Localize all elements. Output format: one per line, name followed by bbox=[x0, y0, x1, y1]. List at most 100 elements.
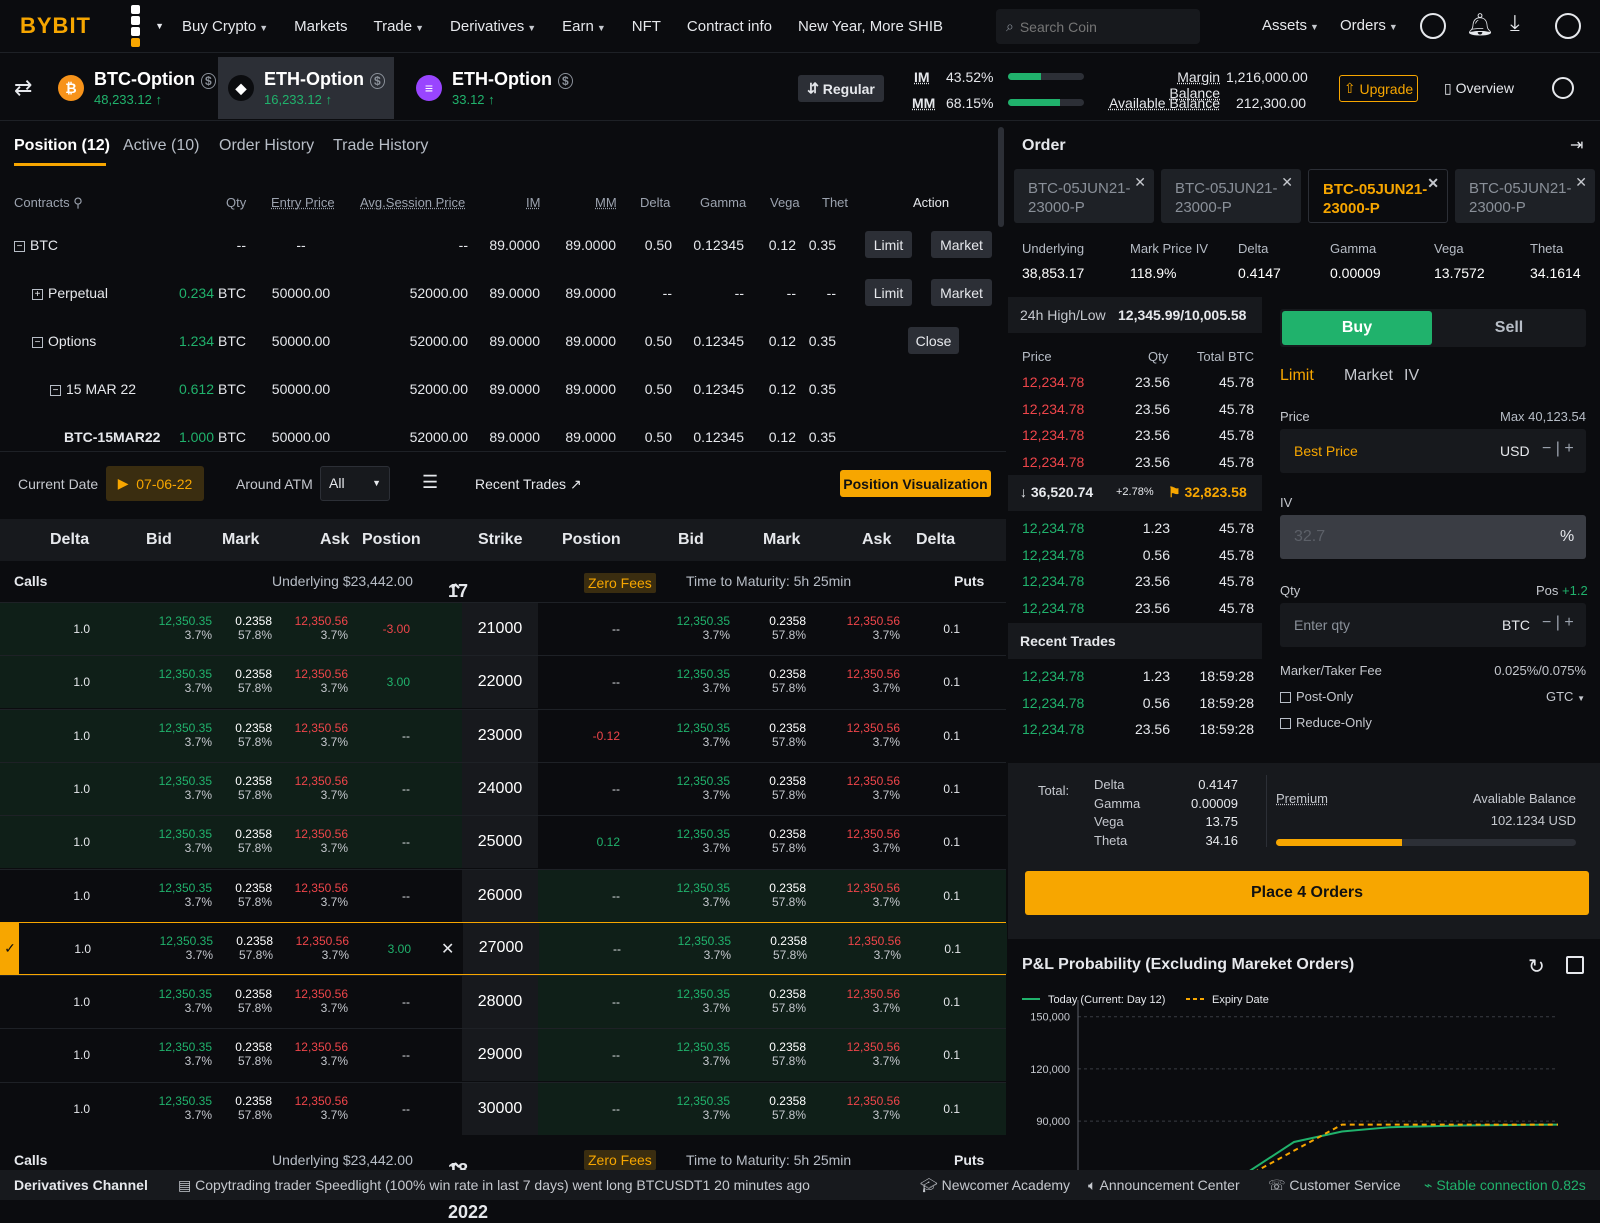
bid-cell[interactable]: 12,350.35 3.7% bbox=[659, 934, 731, 962]
swap-icon[interactable]: ⇄ bbox=[14, 75, 32, 101]
delta-cell[interactable]: 1.0 bbox=[60, 835, 90, 849]
book-row[interactable]: 12,234.78 1.23 18:59:28 bbox=[1008, 663, 1262, 689]
chain-row[interactable]: 1.0 12,350.35 3.7% 0.2358 57.8% 12,350.56 3.7%… bbox=[0, 761, 1006, 815]
chain-row[interactable]: ✓ ✕ 1.0 12,350.35 3.7% 0.2358 57.8% 12,350.56 3.… bbox=[0, 921, 1007, 975]
ask-cell[interactable]: 12,350.56 3.7% bbox=[842, 667, 900, 695]
ask-cell[interactable]: 12,350.56 3.7% bbox=[842, 774, 900, 802]
nav-item-4[interactable]: Earn ▼ bbox=[562, 18, 606, 35]
type-limit[interactable]: Limit bbox=[1280, 367, 1314, 385]
bid-cell[interactable]: 12,350.35 3.7% bbox=[141, 934, 213, 962]
ask-cell[interactable]: 12,350.56 3.7% bbox=[842, 614, 900, 642]
bybit-logo[interactable]: BYBIT bbox=[20, 13, 90, 39]
pdelta-cell[interactable]: 0.1 bbox=[940, 995, 960, 1009]
positions-scrollbar[interactable] bbox=[998, 127, 1004, 227]
book-row[interactable]: 12,234.78 23.56 45.78 bbox=[1008, 568, 1262, 594]
stepper-icon[interactable]: − | + bbox=[1542, 614, 1574, 632]
nav-item-7[interactable]: New Year, More SHIB bbox=[798, 18, 943, 35]
bid-cell[interactable]: 12,350.35 3.7% bbox=[140, 881, 212, 909]
position-row[interactable]: + Perpetual 0.234 BTC 50000.00 52000.00 89.000… bbox=[0, 269, 1006, 317]
delta-cell[interactable]: 1.0 bbox=[61, 942, 91, 956]
ask-cell[interactable]: 12,350.56 3.7% bbox=[290, 1040, 348, 1068]
place-orders-button[interactable]: Place 4 Orders bbox=[1025, 871, 1589, 915]
chain-row[interactable]: 1.0 12,350.35 3.7% 0.2358 57.8% 12,350.56 3.7%… bbox=[0, 602, 1006, 655]
remove-icon[interactable]: ✕ bbox=[441, 939, 454, 959]
chain-row[interactable]: 1.0 12,350.35 3.7% 0.2358 57.8% 12,350.56 3.7%… bbox=[0, 975, 1006, 1029]
user-icon[interactable] bbox=[1420, 13, 1446, 39]
mark-cell[interactable]: 0.2358 57.8% bbox=[750, 1040, 806, 1068]
mark-cell[interactable]: 0.2358 57.8% bbox=[750, 667, 806, 695]
mark-cell[interactable]: 0.2358 57.8% bbox=[750, 987, 806, 1015]
post-only-checkbox[interactable]: Post-Only bbox=[1280, 689, 1353, 704]
pdelta-cell[interactable]: 0.1 bbox=[940, 622, 960, 636]
position-row[interactable]: −15 MAR 22 0.612 BTC 50000.00 52000.00 89.000… bbox=[0, 365, 1006, 413]
bid-cell[interactable]: 12,350.35 3.7% bbox=[140, 774, 212, 802]
pdelta-cell[interactable]: 0.1 bbox=[940, 889, 960, 903]
gtc-select[interactable]: GTC ▼ bbox=[1546, 689, 1585, 704]
search-box[interactable]: ⌕ bbox=[996, 9, 1200, 44]
qty-field[interactable]: Enter qty BTC − | + bbox=[1280, 603, 1586, 647]
mark-cell[interactable]: 0.2358 57.8% bbox=[750, 614, 806, 642]
ask-cell[interactable]: 12,350.56 3.7% bbox=[290, 987, 348, 1015]
instrument-card[interactable]: ₿ BTC-Option $48,233.12 ↑ bbox=[58, 57, 228, 119]
pdelta-cell[interactable]: 0.1 bbox=[940, 782, 960, 796]
instrument-card[interactable]: ◆ ETH-Option $16,233.12 ↑ bbox=[218, 57, 394, 119]
stepper-icon[interactable]: − | + bbox=[1542, 440, 1574, 458]
chain-row[interactable]: 1.0 12,350.35 3.7% 0.2358 57.8% 12,350.56 3.7%… bbox=[0, 1028, 1006, 1082]
bid-cell[interactable]: 12,350.35 3.7% bbox=[658, 1094, 730, 1122]
chain-row[interactable]: 1.0 12,350.35 3.7% 0.2358 57.8% 12,350.56 3.7%… bbox=[0, 655, 1006, 709]
market-button[interactable]: Market bbox=[931, 231, 992, 258]
pdelta-cell[interactable]: 0.1 bbox=[940, 729, 960, 743]
bid-cell[interactable]: 12,350.35 3.7% bbox=[140, 614, 212, 642]
download-icon[interactable]: ⤓ bbox=[1510, 10, 1520, 36]
mark-cell[interactable]: 0.2358 57.8% bbox=[750, 1094, 806, 1122]
book-row[interactable]: 12,234.78 0.56 18:59:28 bbox=[1008, 690, 1262, 716]
position-row[interactable]: − BTC -- -- -- 89.0000 89.0000 0.50 0.12345 0.12 0… bbox=[0, 221, 1006, 269]
filter-sliders-icon[interactable]: ☰ bbox=[422, 472, 438, 493]
close-tab-icon[interactable]: ✕ bbox=[1427, 174, 1439, 193]
bid-cell[interactable]: 12,350.35 3.7% bbox=[658, 614, 730, 642]
mark-cell[interactable]: 0.2358 57.8% bbox=[216, 774, 272, 802]
mark-cell[interactable]: 0.2358 57.8% bbox=[216, 1094, 272, 1122]
limit-button[interactable]: Limit bbox=[865, 279, 912, 306]
book-row[interactable]: 12,234.78 23.56 45.78 bbox=[1008, 449, 1262, 475]
tab-order-history[interactable]: Order History bbox=[219, 137, 314, 155]
contract-name[interactable]: BTC-15MAR22 bbox=[64, 413, 160, 449]
bid-cell[interactable]: 12,350.35 3.7% bbox=[140, 827, 212, 855]
ask-cell[interactable]: 12,350.56 3.7% bbox=[290, 827, 348, 855]
ask-cell[interactable]: 12,350.56 3.7% bbox=[290, 667, 348, 695]
mark-cell[interactable]: 0.2358 57.8% bbox=[216, 827, 272, 855]
customer-service-link[interactable]: ☏ Customer Service bbox=[1268, 1177, 1401, 1194]
ask-cell[interactable]: 12,350.56 3.7% bbox=[843, 934, 901, 962]
tab-active[interactable]: Active (10) bbox=[123, 137, 199, 155]
nav-item-6[interactable]: Contract info bbox=[687, 18, 772, 35]
nav-item-3[interactable]: Derivatives ▼ bbox=[450, 18, 536, 35]
contract-name[interactable]: − BTC bbox=[14, 221, 58, 269]
overview-button[interactable]: ▯ Overview bbox=[1444, 80, 1514, 97]
delta-cell[interactable]: 1.0 bbox=[60, 729, 90, 743]
delta-cell[interactable]: 1.0 bbox=[60, 675, 90, 689]
nav-item-1[interactable]: Markets bbox=[294, 18, 347, 35]
bid-cell[interactable]: 12,350.35 3.7% bbox=[140, 721, 212, 749]
ask-cell[interactable]: 12,350.56 3.7% bbox=[842, 721, 900, 749]
ask-cell[interactable]: 12,350.56 3.7% bbox=[291, 934, 349, 962]
ask-cell[interactable]: 12,350.56 3.7% bbox=[842, 827, 900, 855]
nav-assets[interactable]: Assets ▼ bbox=[1262, 17, 1319, 34]
ask-cell[interactable]: 12,350.56 3.7% bbox=[842, 1094, 900, 1122]
bid-cell[interactable]: 12,350.35 3.7% bbox=[140, 667, 212, 695]
around-atm-select[interactable]: All ▼ bbox=[320, 466, 390, 501]
nav-item-0[interactable]: Buy Crypto ▼ bbox=[182, 18, 268, 35]
order-tab[interactable]: BTC-05JUN21- 23000-P ✕ bbox=[1161, 169, 1301, 223]
book-row[interactable]: 12,234.78 23.56 45.78 bbox=[1008, 422, 1262, 448]
expand-icon[interactable]: + bbox=[32, 288, 43, 300]
ask-cell[interactable]: 12,350.56 3.7% bbox=[290, 614, 348, 642]
instrument-card[interactable]: ≡ ETH-Option $33.12 ↑ bbox=[416, 57, 586, 119]
ask-cell[interactable]: 12,350.56 3.7% bbox=[290, 721, 348, 749]
pdelta-cell[interactable]: 0.1 bbox=[940, 1048, 960, 1062]
mark-cell[interactable]: 0.2358 57.8% bbox=[750, 721, 806, 749]
position-visualization-button[interactable]: Position Visualization bbox=[840, 470, 991, 497]
price-field[interactable]: Best Price USD − | + bbox=[1280, 429, 1586, 473]
delta-cell[interactable]: 1.0 bbox=[60, 1102, 90, 1116]
mark-cell[interactable]: 0.2358 57.8% bbox=[750, 774, 806, 802]
news-ticker[interactable]: ▤ Copytrading trader Speedlight (100% wi… bbox=[178, 1177, 810, 1194]
mark-cell[interactable]: 0.2358 57.8% bbox=[750, 881, 806, 909]
